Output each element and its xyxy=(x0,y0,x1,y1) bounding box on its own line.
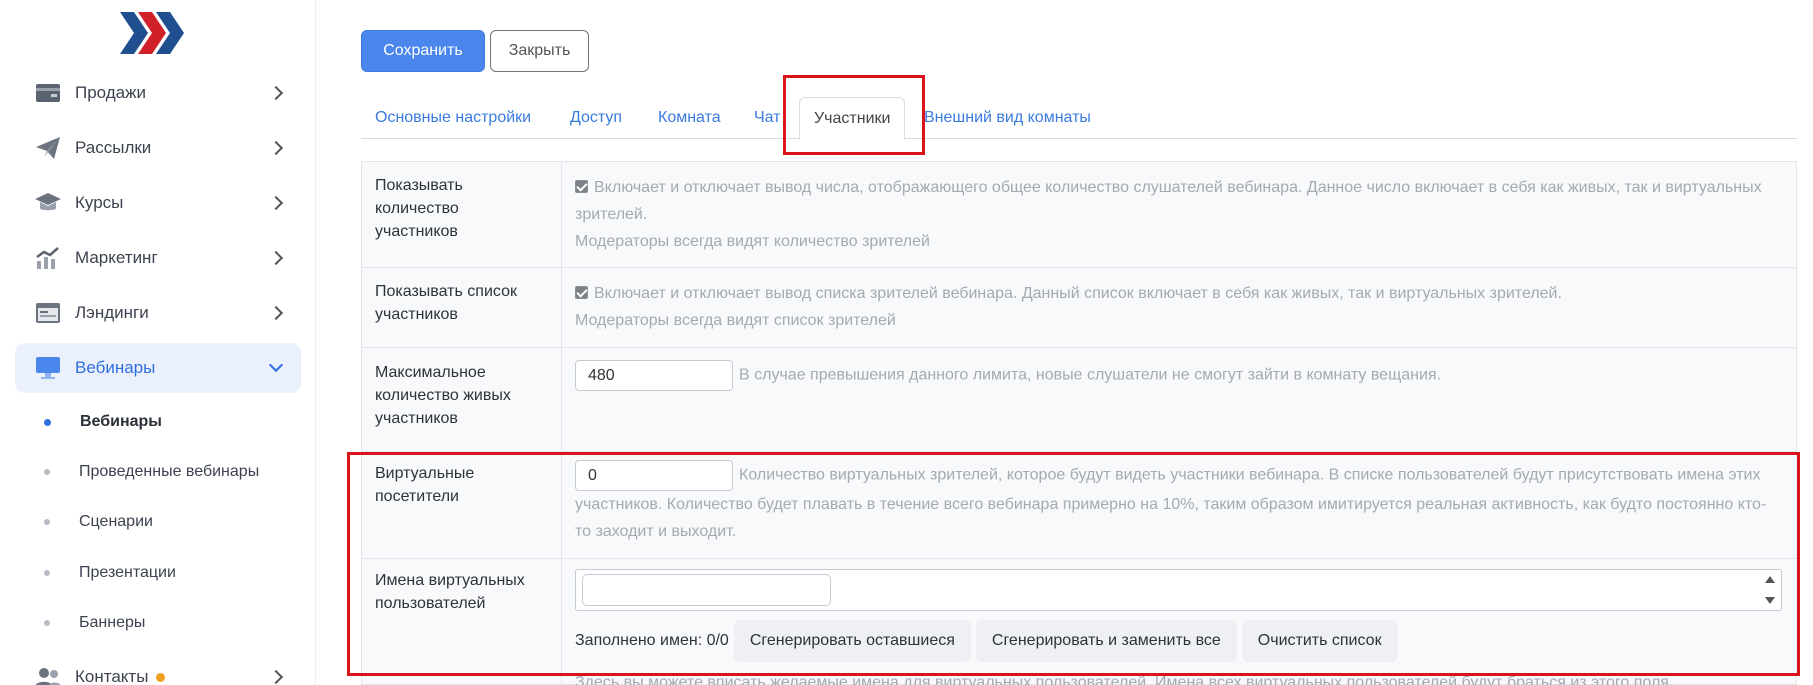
sidebar-subitem-banners[interactable]: Баннеры xyxy=(44,608,145,638)
sidebar-item-label: Маркетинг xyxy=(75,248,158,267)
generate-replace-all-button[interactable]: Сгенерировать и заменить все xyxy=(975,620,1237,662)
bullet-icon xyxy=(44,469,50,475)
sidebar-subitem-label: Презентации xyxy=(79,564,176,581)
tab-room[interactable]: Комната xyxy=(658,97,721,139)
column-divider xyxy=(561,452,562,558)
setting-row-virtual-visitors: Виртуальные посетители 0 Количество вирту… xyxy=(362,452,1796,559)
brand-logo[interactable] xyxy=(118,12,188,54)
sidebar-item-landings[interactable]: Лэндинги xyxy=(15,288,301,338)
chevron-right-icon xyxy=(268,195,284,211)
chevron-right-icon xyxy=(268,140,284,156)
setting-content: Включает и отключает вывод списка зрител… xyxy=(575,280,1782,334)
chevron-right-icon xyxy=(268,250,284,266)
clear-list-button[interactable]: Очистить список xyxy=(1241,620,1398,662)
show-list-checkbox[interactable] xyxy=(575,286,588,299)
scroll-up-icon[interactable] xyxy=(1765,576,1775,583)
sidebar-subitem-webinars[interactable]: Вебинары xyxy=(44,407,162,437)
monitor-icon xyxy=(35,355,61,381)
setting-row-max-live: Максимальное количество живых участников… xyxy=(362,348,1796,452)
column-divider xyxy=(561,348,562,451)
sidebar-item-webinars[interactable]: Вебинары xyxy=(15,343,301,393)
setting-label: Виртуальные посетители xyxy=(375,465,475,505)
virtual-names-hint: Здесь вы можете вписать желаемые имена д… xyxy=(575,674,1669,685)
setting-note: Модераторы всегда видят количество зрите… xyxy=(575,233,930,250)
tab-participants[interactable]: Участники xyxy=(799,97,906,140)
bullet-icon xyxy=(44,418,51,426)
sidebar-item-label: Вебинары xyxy=(75,358,156,377)
sidebar-subitem-presentations[interactable]: Презентации xyxy=(44,558,176,588)
sidebar-subitem-label: Баннеры xyxy=(79,614,146,631)
setting-description: Включает и отключает вывод списка зрител… xyxy=(594,285,1562,302)
setting-label: Имена виртуальных пользователей xyxy=(375,572,525,612)
sidebar-item-marketing[interactable]: Маркетинг xyxy=(15,233,301,283)
setting-label: Показывать список участников xyxy=(375,283,517,323)
names-filled-counter: Заполнено имен: 0/0 xyxy=(575,632,729,649)
users-icon xyxy=(35,664,61,685)
paper-plane-icon xyxy=(35,135,61,161)
sidebar-subitem-label: Вебинары xyxy=(80,413,162,430)
column-divider xyxy=(561,268,562,347)
setting-row-show-list: Показывать список участников Включает и … xyxy=(362,268,1796,348)
sidebar-subitem-past-webinars[interactable]: Проведенные вебинары xyxy=(44,457,259,487)
column-divider xyxy=(561,162,562,267)
scroll-down-icon[interactable] xyxy=(1765,597,1775,604)
chevron-down-icon xyxy=(268,357,284,373)
sidebar-item-label: Продажи xyxy=(75,83,146,102)
sidebar-item-courses[interactable]: Курсы xyxy=(15,178,301,228)
tab-access[interactable]: Доступ xyxy=(570,97,622,139)
setting-content: 0 Количество виртуальных зрителей, которо… xyxy=(575,460,1782,545)
graduation-cap-icon xyxy=(35,190,61,216)
tab-main-settings[interactable]: Основные настройки xyxy=(375,97,531,139)
sidebar-item-sales[interactable]: Продажи xyxy=(15,68,301,118)
setting-description: В случае превышения данного лимита, новы… xyxy=(739,366,1442,384)
landing-page-icon xyxy=(35,300,61,326)
chevron-right-icon xyxy=(268,85,284,101)
setting-label: Показывать количество участников xyxy=(375,177,463,240)
growth-chart-icon xyxy=(35,245,61,271)
show-count-checkbox[interactable] xyxy=(575,180,588,193)
tab-chat[interactable]: Чат xyxy=(754,97,781,139)
save-button[interactable]: Сохранить xyxy=(361,30,485,72)
sidebar-item-label: Лэндинги xyxy=(75,303,149,322)
sidebar-item-label: Курсы xyxy=(75,193,124,212)
max-live-input[interactable]: 480 xyxy=(575,360,733,391)
sidebar-subitem-scenarios[interactable]: Сценарии xyxy=(44,507,153,537)
participants-settings-form: Показывать количество участников Включае… xyxy=(361,161,1797,685)
setting-content: 480 В случае превышения данного лимита, н… xyxy=(575,360,1782,391)
setting-label: Максимальное количество живых участников xyxy=(375,364,511,427)
setting-content: Включает и отключает вывод числа, отобра… xyxy=(575,174,1782,255)
settings-tabs: Основные настройки Доступ Комната Чат Уч… xyxy=(361,97,1797,140)
chevron-right-icon xyxy=(268,305,284,321)
virtual-visitors-input[interactable]: 0 xyxy=(575,460,733,491)
sidebar-item-label: Рассылки xyxy=(75,138,152,157)
bullet-icon xyxy=(44,570,50,576)
sidebar-item-contacts[interactable]: Контакты xyxy=(15,652,301,685)
setting-description: Количество виртуальных зрителей, которое… xyxy=(575,466,1767,540)
setting-description: Включает и отключает вывод числа, отобра… xyxy=(575,179,1762,223)
close-button[interactable]: Закрыть xyxy=(490,30,589,72)
status-badge xyxy=(156,673,166,683)
column-divider xyxy=(561,559,562,685)
virtual-name-input[interactable] xyxy=(582,574,831,606)
setting-row-virtual-names: Имена виртуальных пользователей Заполнен… xyxy=(362,559,1796,685)
sidebar: Продажи Рассылки Курсы Маркетинг Лэндинг… xyxy=(0,0,316,685)
virtual-names-actions: Заполнено имен: 0/0 Сгенерировать оставш… xyxy=(575,620,1398,662)
generate-remaining-button[interactable]: Сгенерировать оставшиеся xyxy=(733,620,971,662)
setting-row-show-count: Показывать количество участников Включае… xyxy=(362,162,1796,268)
bullet-icon xyxy=(44,620,50,626)
virtual-names-textarea[interactable] xyxy=(575,569,1782,611)
bullet-icon xyxy=(44,519,50,525)
wallet-icon xyxy=(35,80,61,106)
setting-note: Модераторы всегда видят список зрителей xyxy=(575,312,896,329)
chevron-right-icon xyxy=(268,669,284,685)
sidebar-subitem-label: Проведенные вебинары xyxy=(79,463,260,480)
sidebar-subitem-label: Сценарии xyxy=(79,513,153,530)
sidebar-item-label: Контакты xyxy=(75,667,166,685)
tab-room-appearance[interactable]: Внешний вид комнаты xyxy=(924,97,1091,139)
sidebar-item-mailings[interactable]: Рассылки xyxy=(15,123,301,173)
